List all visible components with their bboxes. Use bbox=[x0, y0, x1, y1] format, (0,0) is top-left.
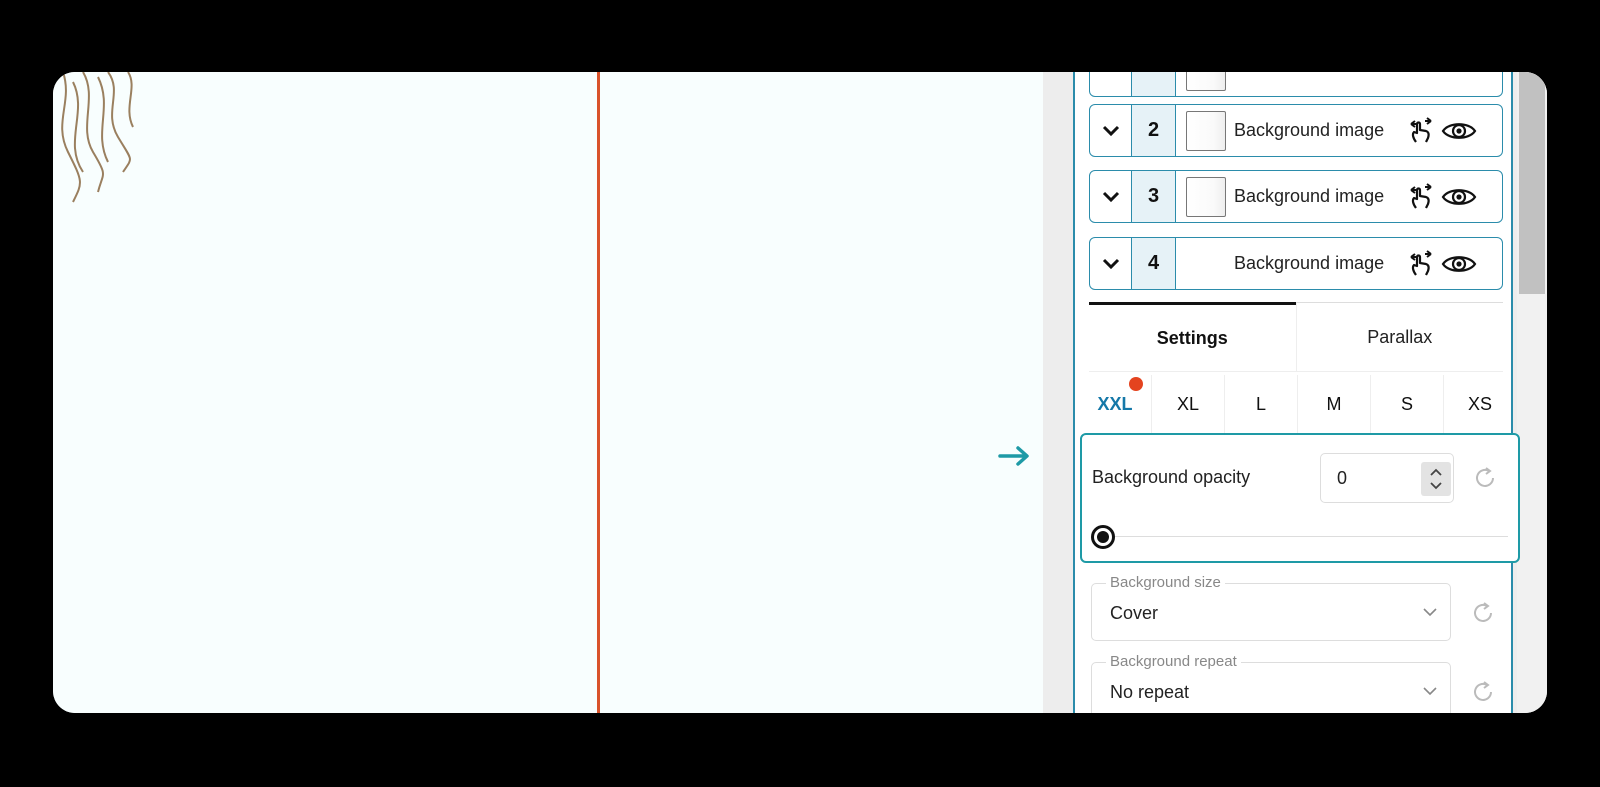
opacity-number-input[interactable]: 0 bbox=[1320, 453, 1454, 503]
layer-number: 3 bbox=[1132, 171, 1176, 222]
opacity-label: Background opacity bbox=[1092, 467, 1251, 487]
layer-number: 2 bbox=[1132, 105, 1176, 156]
opacity-slider-track[interactable] bbox=[1108, 536, 1508, 537]
background-repeat-select[interactable]: Background repeat No repeat bbox=[1091, 653, 1451, 713]
chevron-down-icon bbox=[1423, 608, 1437, 617]
chevron-down-icon[interactable] bbox=[1090, 72, 1132, 96]
modified-indicator-dot bbox=[1129, 377, 1143, 391]
chevron-down-icon[interactable] bbox=[1090, 238, 1132, 289]
chevron-down-icon[interactable] bbox=[1090, 171, 1132, 222]
opacity-value: 0 bbox=[1337, 468, 1348, 488]
breakpoint-xxl[interactable]: XXL bbox=[1079, 375, 1152, 433]
reset-icon[interactable] bbox=[1470, 679, 1496, 705]
breakpoint-m[interactable]: M bbox=[1298, 375, 1371, 433]
reset-icon[interactable] bbox=[1470, 600, 1496, 626]
background-size-value: Cover bbox=[1110, 603, 1159, 623]
reset-icon[interactable] bbox=[1472, 465, 1498, 491]
chevron-down-icon[interactable] bbox=[1090, 105, 1132, 156]
settings-tabs: Settings Parallax bbox=[1089, 302, 1503, 372]
layer-thumbnail bbox=[1186, 244, 1226, 284]
opacity-slider-handle[interactable] bbox=[1091, 525, 1115, 549]
layer-row-1[interactable] bbox=[1089, 72, 1503, 97]
scrollbar-thumb[interactable] bbox=[1519, 72, 1545, 294]
tab-settings[interactable]: Settings bbox=[1089, 302, 1296, 371]
layer-number bbox=[1132, 72, 1176, 96]
background-size-legend: Background size bbox=[1106, 574, 1225, 591]
pointer-hand-icon[interactable] bbox=[1402, 171, 1440, 222]
layer-thumbnail bbox=[1186, 177, 1226, 217]
layer-label: Background image bbox=[1234, 253, 1385, 273]
layer-row-2[interactable]: 2 Background image bbox=[1089, 104, 1503, 157]
eye-icon[interactable] bbox=[1440, 171, 1478, 222]
tab-parallax[interactable]: Parallax bbox=[1295, 302, 1503, 371]
breakpoint-label: XXL bbox=[1097, 393, 1133, 414]
background-size-select[interactable]: Background size Cover bbox=[1091, 574, 1451, 641]
layer-label: Background image bbox=[1234, 186, 1385, 206]
pointer-hand-icon[interactable] bbox=[1402, 105, 1440, 156]
opacity-spinner[interactable] bbox=[1421, 462, 1451, 496]
eye-icon[interactable] bbox=[1440, 105, 1478, 156]
breakpoint-xl[interactable]: XL bbox=[1152, 375, 1225, 433]
layer-row-4[interactable]: 4 Background image bbox=[1089, 237, 1503, 290]
background-repeat-value: No repeat bbox=[1110, 682, 1190, 702]
breakpoint-xs[interactable]: XS bbox=[1444, 375, 1516, 433]
chevron-down-icon bbox=[1423, 687, 1437, 696]
pointer-hand-icon[interactable] bbox=[1402, 238, 1440, 289]
breakpoint-selector: XXL XL L M S XS bbox=[1079, 375, 1516, 433]
background-opacity-control: Background opacity 0 bbox=[1080, 433, 1520, 563]
layer-thumbnail bbox=[1186, 72, 1226, 91]
layer-row-3[interactable]: 3 Background image bbox=[1089, 170, 1503, 223]
layer-label: Background image bbox=[1234, 120, 1385, 140]
background-repeat-legend: Background repeat bbox=[1106, 653, 1241, 670]
eye-icon[interactable] bbox=[1440, 238, 1478, 289]
layer-thumbnail bbox=[1186, 111, 1226, 151]
layer-label bbox=[1234, 72, 1402, 96]
breakpoint-s[interactable]: S bbox=[1371, 375, 1444, 433]
breakpoint-l[interactable]: L bbox=[1225, 375, 1298, 433]
layer-number: 4 bbox=[1132, 238, 1176, 289]
